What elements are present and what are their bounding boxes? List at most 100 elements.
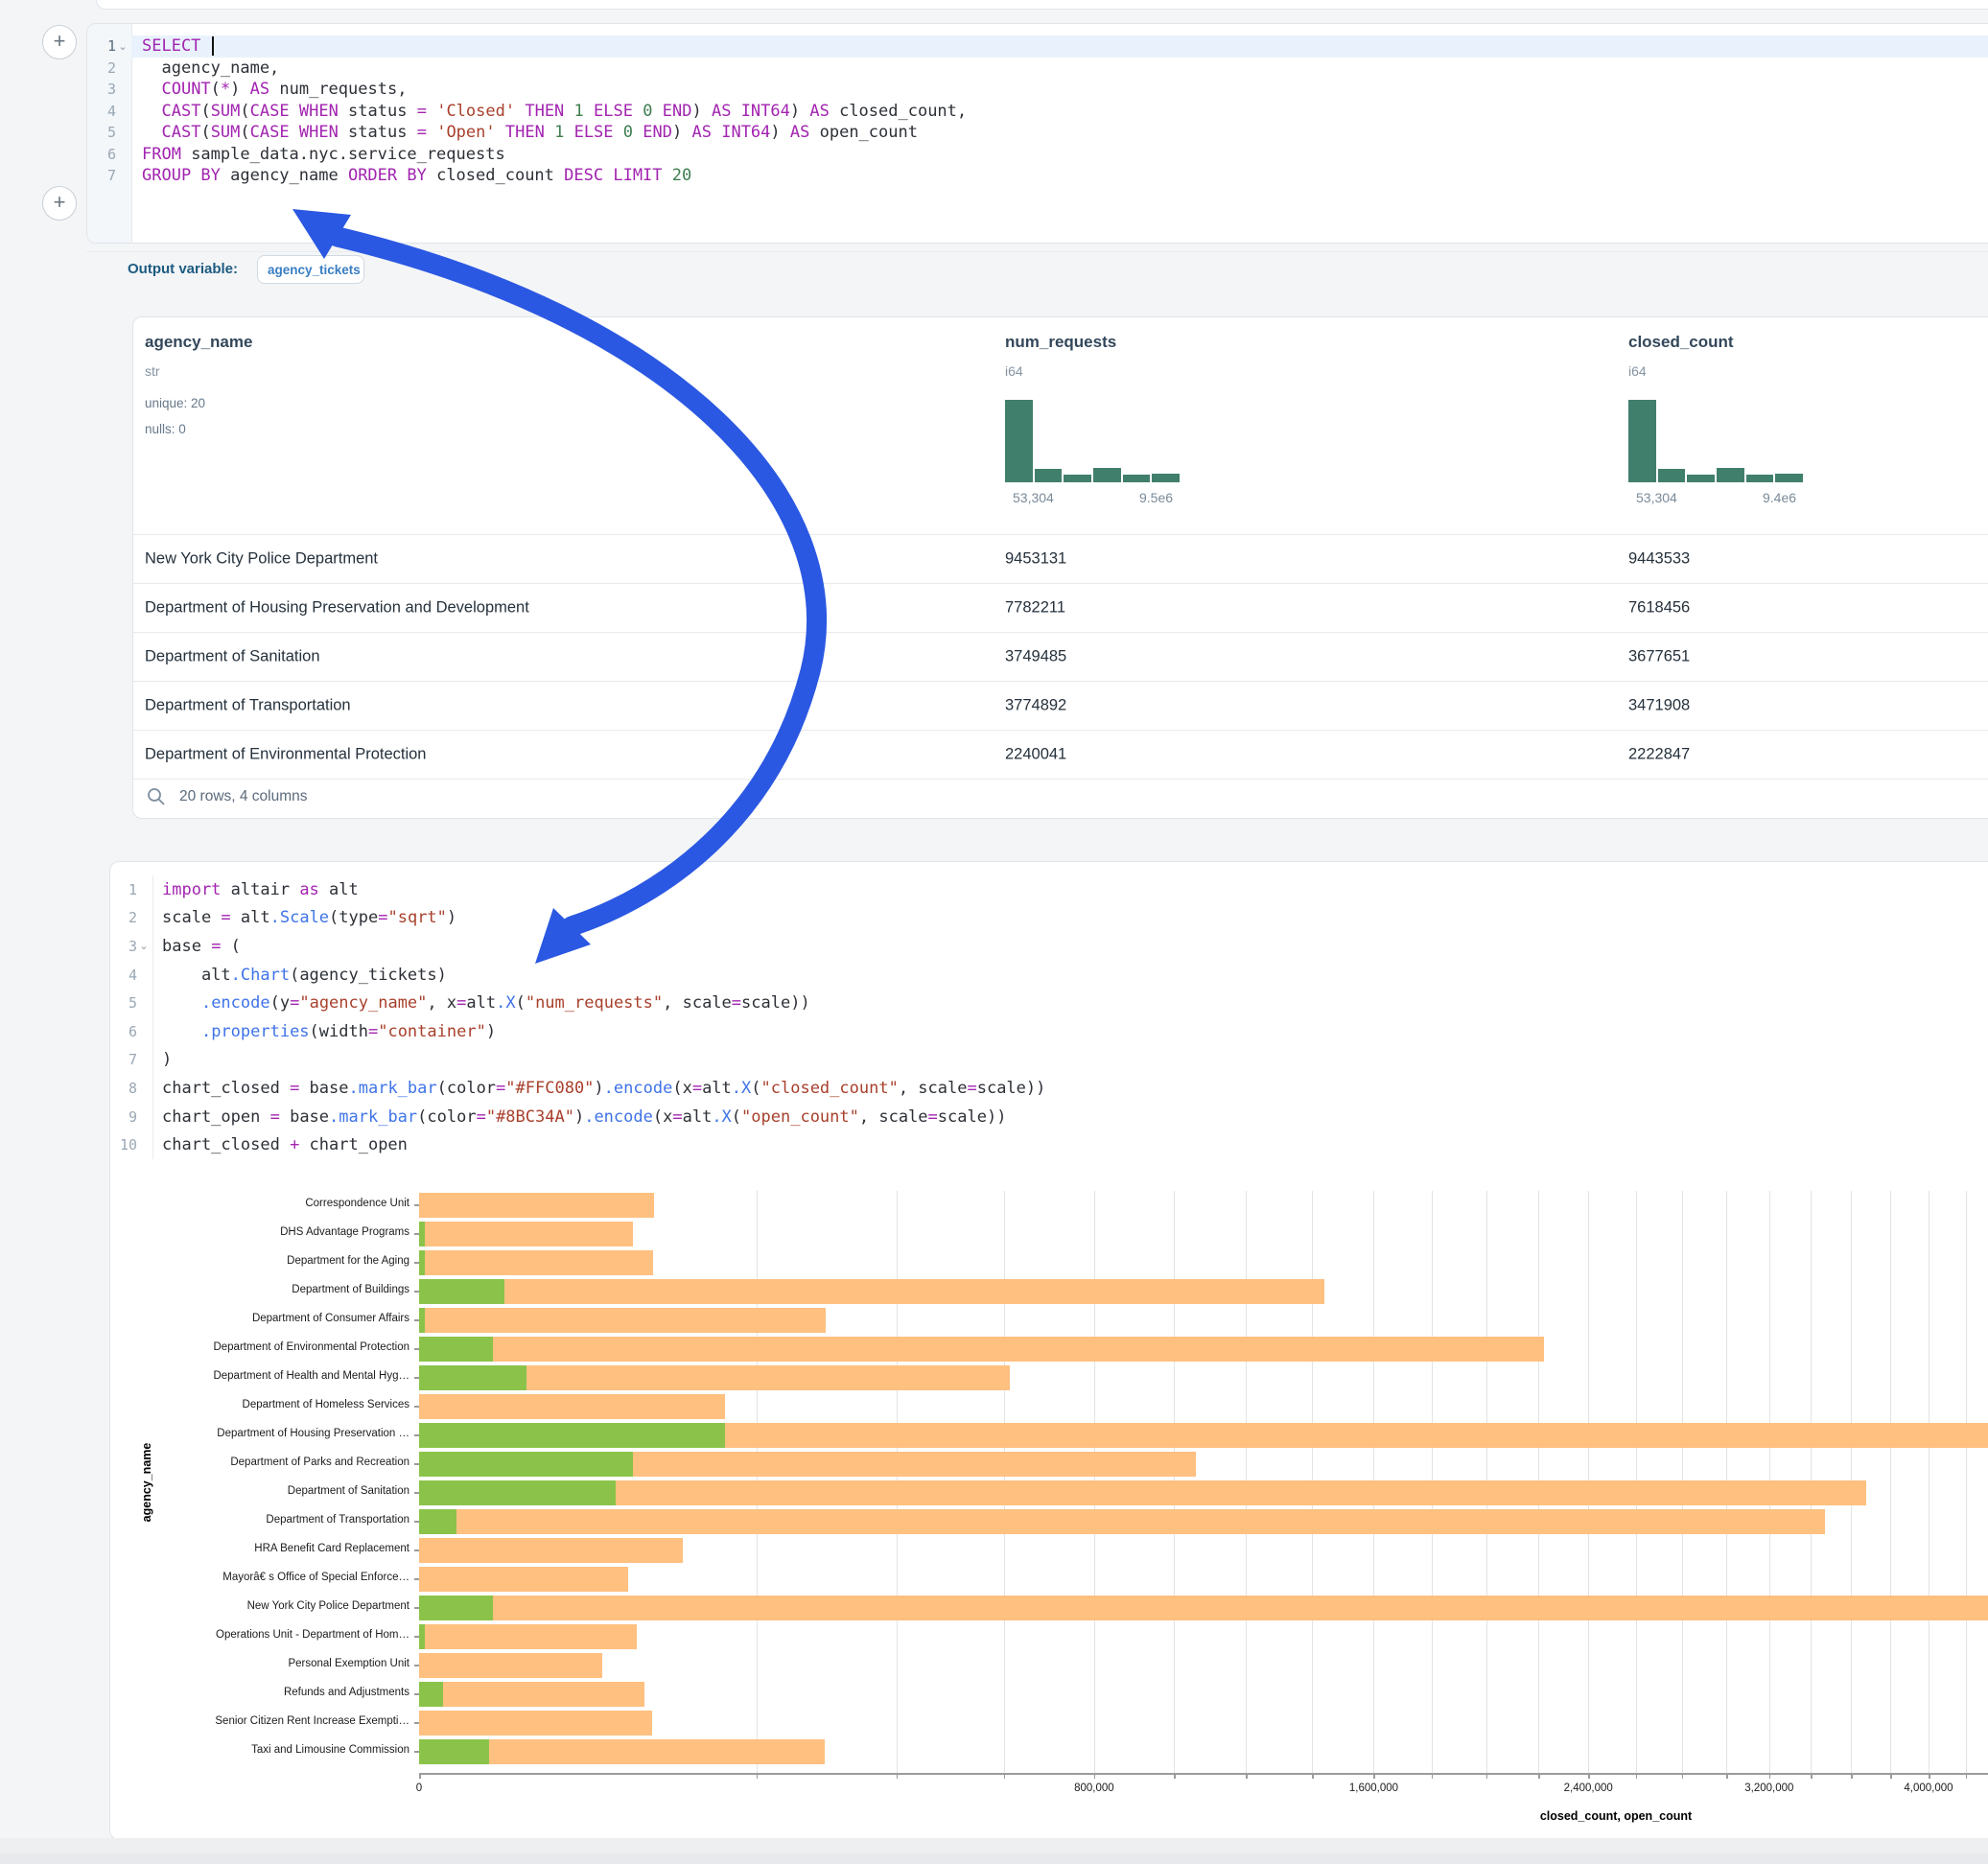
token-kw: END [663,102,692,121]
y-axis-label: Refunds and Adjustments [122,1687,409,1698]
bar-open-count [419,1480,616,1505]
token-plain [712,123,721,142]
y-axis-label: Correspondence Unit [122,1198,409,1209]
table-cell: Department of Transportation [145,697,351,715]
bar-closed-count [419,1279,1324,1304]
text-cursor [212,36,214,56]
line-number: 7 [87,167,116,184]
token-plain: ) [691,102,711,121]
token-kw: INT64 [721,123,770,142]
token-kw: CAST [161,102,200,121]
table-row[interactable]: Department of Sanitation37494853677651 [133,632,1988,681]
token-plain [200,36,210,56]
add-cell-button-top[interactable]: + [42,25,77,59]
token-plain [142,102,161,121]
token-op: * [221,80,230,99]
token-kw: DESC [564,166,603,185]
table-row-count: 20 rows, 4 columns [179,788,308,805]
histogram-min-label: 53,304 [1636,490,1677,505]
x-axis-tick-label: 2,400,000 [1521,1782,1655,1794]
token-plain [290,102,299,121]
token-kw: AS [712,102,731,121]
column-histogram [1005,400,1180,482]
histogram-min-label: 53,304 [1013,490,1054,505]
bar-open-count [419,1624,425,1649]
code-line: 3 COUNT(*) AS num_requests, [87,79,1988,101]
x-axis-tick-label: 3,200,000 [1702,1782,1836,1794]
bar-open-count [419,1423,725,1448]
token-kw: ORDER BY [348,166,427,185]
token-str: 'Closed' [436,102,515,121]
y-axis-label: Department for the Aging [122,1255,409,1267]
y-axis-title: agency_name [140,1386,153,1578]
token-num: 0 [643,102,652,121]
token-num: 0 [623,123,633,142]
fold-chevron-icon[interactable]: ⌄ [116,40,129,53]
token-plain [731,102,740,121]
token-plain: ) [230,80,249,99]
sql-cell[interactable]: 1⌄SELECT 2 agency_name,3 COUNT(*) AS num… [86,23,1988,244]
table-row[interactable]: Department of Transportation377489234719… [133,681,1988,730]
search-icon[interactable] [147,787,166,806]
table-cell: 3774892 [1005,697,1066,715]
bar-closed-count [419,1250,653,1275]
token-plain [290,123,299,142]
line-number: 3 [87,81,116,98]
add-cell-button-middle[interactable]: + [42,186,77,221]
result-table: agency_namestrunique: 20nulls: 0num_requ… [132,316,1988,819]
python-cell[interactable]: 1import altair as alt2scale = alt.Scale(… [109,861,1988,1840]
output-variable-label: Output variable: [128,261,238,277]
previous-cell-edge [96,0,1988,10]
table-cell: 2240041 [1005,746,1066,764]
histogram-max-label: 9.5e6 [1139,490,1173,505]
bar-open-count [419,1739,489,1764]
token-kw: THEN [525,102,564,121]
bar-open-count [419,1222,425,1247]
sql-code-editor[interactable]: 1⌄SELECT 2 agency_name,3 COUNT(*) AS num… [87,35,1988,187]
bar-closed-count [419,1682,644,1707]
token-plain [545,123,554,142]
token-kw: THEN [505,123,545,142]
token-kw: INT64 [741,102,790,121]
column-stat: nulls: 0 [145,422,186,436]
token-plain: ( [200,123,210,142]
code-line: 7GROUP BY agency_name ORDER BY closed_co… [87,165,1988,187]
y-axis-label: New York City Police Department [122,1600,409,1612]
token-plain [142,123,161,142]
bar-closed-count [419,1596,1988,1620]
histogram-bar [1746,475,1774,482]
table-cell: New York City Police Department [145,550,378,569]
token-kw: AS [790,123,809,142]
token-plain: ( [200,102,210,121]
column-type: str [145,363,160,379]
y-axis-label: Department of Buildings [122,1284,409,1295]
altair-chart: Correspondence UnitDHS Advantage Program… [110,862,1988,1839]
token-kw: LIMIT [613,166,662,185]
code-line: 4 CAST(SUM(CASE WHEN status = 'Closed' T… [87,101,1988,123]
token-kw: AS [691,123,711,142]
token-plain: agency_name, [142,58,279,78]
column-name: num_requests [1005,333,1116,352]
table-cell: 7782211 [1005,599,1065,617]
token-plain: open_count [809,123,918,142]
line-number: 1 [87,37,116,55]
token-kw: SELECT [142,36,200,56]
bar-closed-count [419,1193,654,1218]
histogram-bar [1123,475,1151,482]
x-axis-domain [419,1773,1988,1775]
bar-closed-count [419,1711,652,1736]
code-line: 5 CAST(SUM(CASE WHEN status = 'Open' THE… [87,122,1988,144]
bar-open-count [419,1279,504,1304]
table-cell: 2222847 [1628,746,1690,764]
token-plain: sample_data.nyc.service_requests [181,145,505,164]
table-row[interactable]: New York City Police Department945313194… [133,534,1988,583]
output-variable-badge[interactable]: agency_tickets [257,255,364,284]
token-num: 20 [672,166,691,185]
token-kw: FROM [142,145,181,164]
table-row[interactable]: Department of Housing Preservation and D… [133,583,1988,632]
gridline [1890,1191,1891,1773]
y-axis-label: Department of Environmental Protection [122,1341,409,1353]
token-op: = [417,123,427,142]
histogram-bar [1035,469,1063,482]
table-row[interactable]: Department of Environmental Protection22… [133,730,1988,779]
